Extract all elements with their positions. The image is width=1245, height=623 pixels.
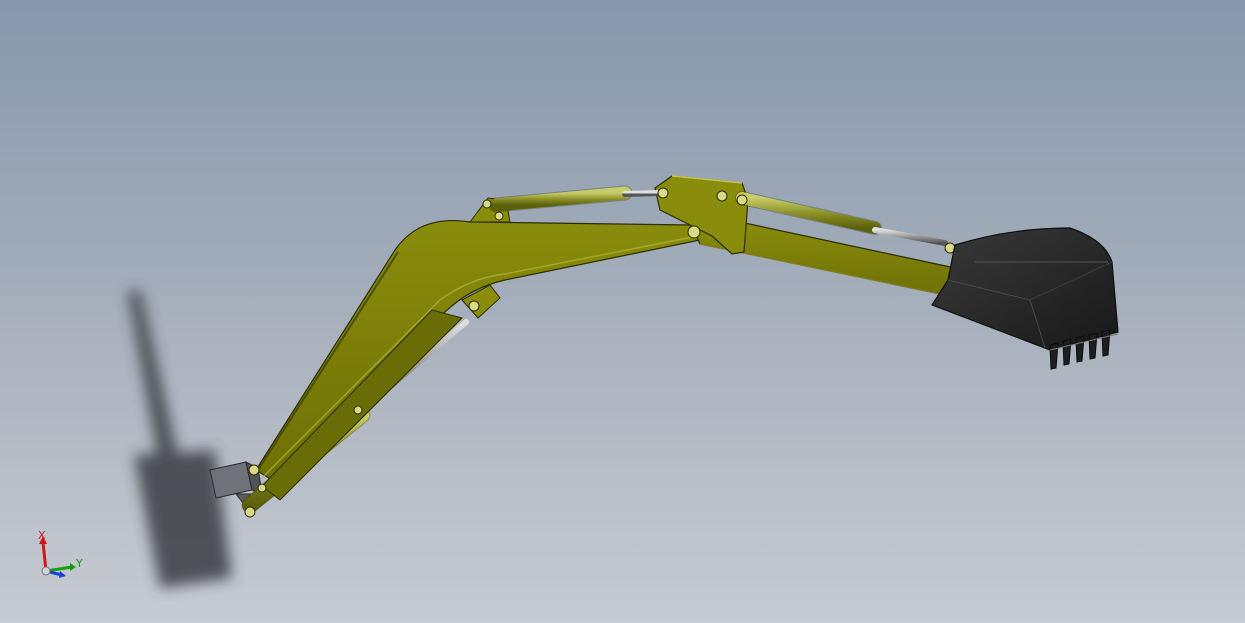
main-boom xyxy=(255,197,701,501)
orientation-triad: X Y xyxy=(38,529,83,578)
bucket xyxy=(931,227,1119,351)
triad-origin xyxy=(41,566,51,576)
arm-cylinder xyxy=(488,185,663,213)
x-axis-label: X xyxy=(38,529,46,542)
cad-viewport[interactable]: X Y xyxy=(0,0,1245,623)
y-axis-label: Y xyxy=(75,557,83,570)
y-axis-arrow xyxy=(45,563,76,573)
model-shadow xyxy=(128,290,232,588)
excavator-arm-model[interactable] xyxy=(0,0,1245,623)
